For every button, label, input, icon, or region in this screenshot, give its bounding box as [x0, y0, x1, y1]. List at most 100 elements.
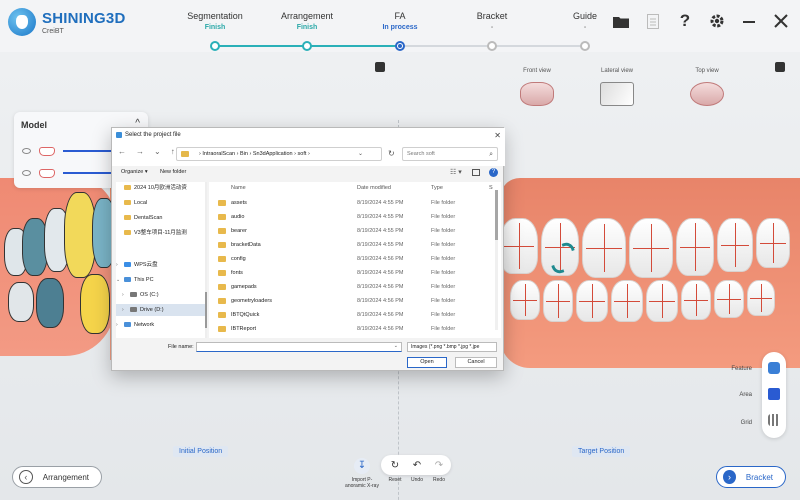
column-header-size[interactable]: S: [489, 185, 493, 191]
chevron-down-icon[interactable]: ⌄: [154, 147, 161, 156]
view-options-icon[interactable]: ☷ ▾: [450, 168, 462, 176]
tooth[interactable]: [747, 280, 775, 316]
tooth[interactable]: [756, 218, 790, 268]
step-dot-arrangement[interactable]: [302, 41, 312, 51]
up-icon[interactable]: ↑: [171, 147, 175, 156]
view-toggle-icon[interactable]: [375, 62, 385, 72]
folder-icon: [181, 151, 189, 157]
search-input[interactable]: Search soft ⌕: [402, 147, 498, 161]
organize-menu[interactable]: Organize ▾: [121, 169, 148, 175]
reset-button[interactable]: ↻ Reset: [385, 458, 405, 484]
tooth[interactable]: [500, 218, 538, 274]
tooth[interactable]: [611, 280, 643, 322]
prev-step-button[interactable]: ‹ Arrangement: [12, 466, 102, 488]
nav-item[interactable]: ⌄ This PC: [116, 274, 207, 286]
step-dot-fa[interactable]: [395, 41, 405, 51]
minimize-icon[interactable]: [740, 12, 758, 30]
path-input[interactable]: › IntraoralScan › Bin › Sn3dApplication …: [176, 147, 382, 161]
nav-item[interactable]: › Network: [116, 319, 207, 331]
nav-item[interactable]: Local: [116, 197, 207, 209]
tooth[interactable]: [510, 280, 540, 320]
file-row[interactable]: config 8/19/2024 4:56 PM File folder: [209, 253, 501, 266]
forward-icon[interactable]: →: [136, 147, 144, 156]
file-row[interactable]: audio 8/19/2024 4:55 PM File folder: [209, 211, 501, 224]
tooth[interactable]: [646, 280, 678, 322]
tooth[interactable]: [717, 218, 753, 272]
new-folder-button[interactable]: New folder: [160, 169, 186, 175]
column-header-date[interactable]: Date modified: [357, 185, 391, 191]
tooth[interactable]: [714, 280, 744, 318]
nav-item[interactable]: › WPS云盘: [116, 259, 207, 271]
undo-button[interactable]: ↶ Undo: [407, 458, 427, 484]
import-xray-button[interactable]: ↧ Import P-anoramic X-ray: [345, 458, 379, 489]
refresh-icon[interactable]: ↻: [388, 149, 395, 158]
close-icon[interactable]: [772, 12, 790, 30]
jaw-model-initial[interactable]: [0, 178, 115, 356]
folder-icon: [218, 256, 226, 262]
tooth[interactable]: [582, 218, 626, 278]
breadcrumb-item[interactable]: Bin: [240, 151, 248, 157]
dialog-title-bar[interactable]: Select the project file ✕: [112, 128, 505, 142]
open-button[interactable]: Open: [407, 357, 447, 368]
file-name-input[interactable]: ⌄: [196, 342, 402, 352]
tooth[interactable]: [681, 280, 711, 320]
nav-item[interactable]: V3整车项目-11月监测: [116, 227, 207, 239]
view-toggle-icon[interactable]: [775, 62, 785, 72]
folder-icon[interactable]: [612, 12, 630, 30]
file-row[interactable]: gamepads 8/19/2024 4:56 PM File folder: [209, 281, 501, 294]
breadcrumb-item[interactable]: IntraoralScan: [202, 151, 235, 157]
file-row[interactable]: bracketData 8/19/2024 4:55 PM File folder: [209, 239, 501, 252]
search-placeholder: Search soft: [407, 151, 435, 157]
breadcrumb-item[interactable]: soft: [298, 151, 307, 157]
tooth[interactable]: [8, 282, 34, 322]
nav-item[interactable]: › OS (C:): [116, 289, 207, 301]
chevron-down-icon[interactable]: ⌄: [394, 343, 398, 349]
next-step-button[interactable]: › Bracket: [716, 466, 786, 488]
file-row[interactable]: fonts 8/19/2024 4:56 PM File folder: [209, 267, 501, 280]
preview-pane-icon[interactable]: [472, 169, 480, 176]
close-icon[interactable]: ✕: [494, 129, 501, 143]
tooth[interactable]: [576, 280, 608, 322]
grid-icon[interactable]: [768, 414, 780, 426]
file-scrollbar-thumb[interactable]: [495, 190, 498, 240]
step-dot-bracket[interactable]: [487, 41, 497, 51]
area-icon[interactable]: [768, 388, 780, 400]
file-row[interactable]: geometryloaders 8/19/2024 4:56 PM File fol…: [209, 295, 501, 308]
nav-item-selected[interactable]: › Drive (D:): [116, 304, 207, 316]
tooth[interactable]: [80, 274, 110, 334]
help-icon[interactable]: ?: [676, 11, 694, 30]
column-header-name[interactable]: Name: [231, 185, 246, 191]
address-bar: ← → ⌄ ↑ › IntraoralScan › Bin › Sn3dAppl…: [112, 142, 505, 166]
cancel-button[interactable]: Cancel: [455, 357, 497, 368]
file-icon[interactable]: [644, 12, 662, 30]
help-icon[interactable]: ?: [489, 168, 498, 177]
nav-scrollbar-thumb[interactable]: [205, 292, 207, 328]
file-type-select[interactable]: Images (*.png *.bmp *.jpg *.jpe: [407, 342, 497, 352]
front-view-thumb[interactable]: Front view: [520, 68, 554, 106]
jaw-model-target[interactable]: [500, 178, 800, 368]
breadcrumb-item[interactable]: Sn3dApplication: [253, 151, 293, 157]
nav-item[interactable]: DentalScan: [116, 212, 207, 224]
chevron-down-icon[interactable]: ⌄: [358, 148, 363, 160]
gear-icon[interactable]: [708, 12, 726, 30]
file-row[interactable]: IBTQtQuick 8/19/2024 4:56 PM File folder: [209, 309, 501, 322]
file-row[interactable]: assets 8/19/2024 4:55 PM File folder: [209, 197, 501, 210]
eye-icon[interactable]: [22, 148, 31, 154]
top-view-label: Top view: [695, 68, 719, 74]
step-dot-guide[interactable]: [580, 41, 590, 51]
tooth[interactable]: [629, 218, 673, 278]
column-header-type[interactable]: Type: [431, 185, 443, 191]
back-icon[interactable]: ←: [118, 147, 126, 156]
eye-icon[interactable]: [22, 170, 31, 176]
step-dot-segmentation[interactable]: [210, 41, 220, 51]
nav-item[interactable]: 2024 10月欧洲活动资: [116, 182, 207, 194]
top-view-thumb[interactable]: Top view: [690, 68, 724, 106]
tooth[interactable]: [36, 278, 64, 328]
file-row[interactable]: bearer 8/19/2024 4:55 PM File folder: [209, 225, 501, 238]
tooth[interactable]: [543, 280, 573, 322]
redo-button[interactable]: ↷ Redo: [429, 458, 449, 484]
feature-icon[interactable]: [768, 362, 780, 374]
file-row[interactable]: IBTReport 8/19/2024 4:56 PM File folder: [209, 323, 501, 336]
tooth[interactable]: [676, 218, 714, 276]
lateral-view-thumb[interactable]: Lateral view: [600, 68, 634, 106]
